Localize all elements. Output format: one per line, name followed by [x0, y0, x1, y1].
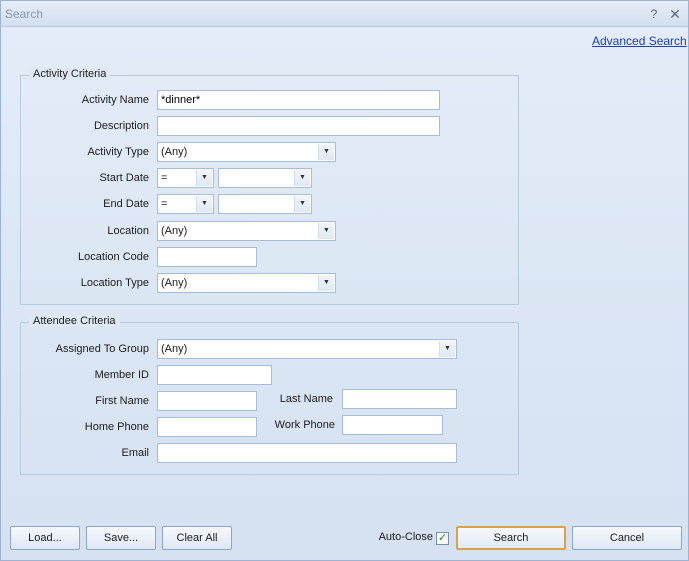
- member-id-label: Member ID: [94, 369, 149, 381]
- assigned-group-select[interactable]: (Any) ▼: [157, 339, 457, 359]
- activity-type-label: Activity Type: [87, 146, 149, 158]
- auto-close-checkbox[interactable]: ✓: [436, 532, 449, 545]
- last-name-input[interactable]: [342, 389, 457, 409]
- assigned-group-label: Assigned To Group: [55, 343, 149, 355]
- email-input[interactable]: [157, 443, 457, 463]
- start-date-picker[interactable]: ▼: [218, 168, 312, 188]
- activity-type-value: (Any): [161, 146, 188, 158]
- start-date-label: Start Date: [99, 172, 149, 184]
- close-icon[interactable]: ✕: [666, 5, 684, 23]
- load-button[interactable]: Load...: [10, 526, 80, 550]
- chevron-down-icon[interactable]: ▼: [318, 223, 334, 239]
- title-bar: Search ? ✕: [1, 1, 688, 27]
- window-title: Search: [5, 7, 44, 21]
- activity-type-select[interactable]: (Any) ▼: [157, 142, 336, 162]
- chevron-down-icon[interactable]: ▼: [196, 196, 212, 212]
- end-date-operator-select[interactable]: = ▼: [157, 194, 214, 214]
- location-label: Location: [107, 225, 149, 237]
- search-button[interactable]: Search: [456, 526, 566, 550]
- location-type-value: (Any): [161, 277, 188, 289]
- search-dialog: Search ? ✕ Advanced Search Activity Crit…: [0, 0, 689, 561]
- location-type-select[interactable]: (Any) ▼: [157, 273, 336, 293]
- end-date-label: End Date: [103, 198, 149, 210]
- member-id-input[interactable]: [157, 365, 272, 385]
- location-select[interactable]: (Any) ▼: [157, 221, 336, 241]
- clear-all-button[interactable]: Clear All: [162, 526, 232, 550]
- description-input[interactable]: [157, 116, 440, 136]
- first-name-input[interactable]: [157, 391, 257, 411]
- auto-close-label: Auto-Close: [378, 531, 433, 543]
- location-code-input[interactable]: [157, 247, 257, 267]
- work-phone-label: Work Phone: [274, 419, 335, 431]
- location-value: (Any): [161, 225, 188, 237]
- help-icon[interactable]: ?: [645, 5, 663, 23]
- home-phone-label: Home Phone: [84, 421, 149, 433]
- first-name-label: First Name: [95, 395, 149, 407]
- cancel-button[interactable]: Cancel: [572, 526, 682, 550]
- email-label: Email: [121, 447, 149, 459]
- assigned-group-value: (Any): [161, 343, 188, 355]
- chevron-down-icon[interactable]: ▼: [318, 144, 334, 160]
- work-phone-input[interactable]: [342, 415, 443, 435]
- location-type-label: Location Type: [80, 277, 149, 289]
- chevron-down-icon[interactable]: ▼: [439, 341, 455, 357]
- activity-criteria-legend: Activity Criteria: [29, 68, 111, 80]
- chevron-down-icon[interactable]: ▼: [318, 275, 334, 291]
- chevron-down-icon[interactable]: ▼: [196, 170, 212, 186]
- attendee-criteria-legend: Attendee Criteria: [29, 315, 120, 327]
- activity-name-label: Activity Name: [81, 94, 149, 106]
- advanced-search-link[interactable]: Advanced Search: [592, 34, 687, 48]
- description-label: Description: [93, 120, 149, 132]
- save-button[interactable]: Save...: [86, 526, 156, 550]
- location-code-label: Location Code: [78, 251, 149, 263]
- chevron-down-icon[interactable]: ▼: [294, 170, 310, 186]
- check-icon: ✓: [437, 532, 448, 544]
- home-phone-input[interactable]: [157, 417, 257, 437]
- end-date-operator-value: =: [161, 198, 168, 210]
- start-date-operator-value: =: [161, 172, 168, 184]
- end-date-picker[interactable]: ▼: [218, 194, 312, 214]
- last-name-label: Last Name: [279, 393, 333, 405]
- activity-name-input[interactable]: [157, 90, 440, 110]
- chevron-down-icon[interactable]: ▼: [294, 196, 310, 212]
- start-date-operator-select[interactable]: = ▼: [157, 168, 214, 188]
